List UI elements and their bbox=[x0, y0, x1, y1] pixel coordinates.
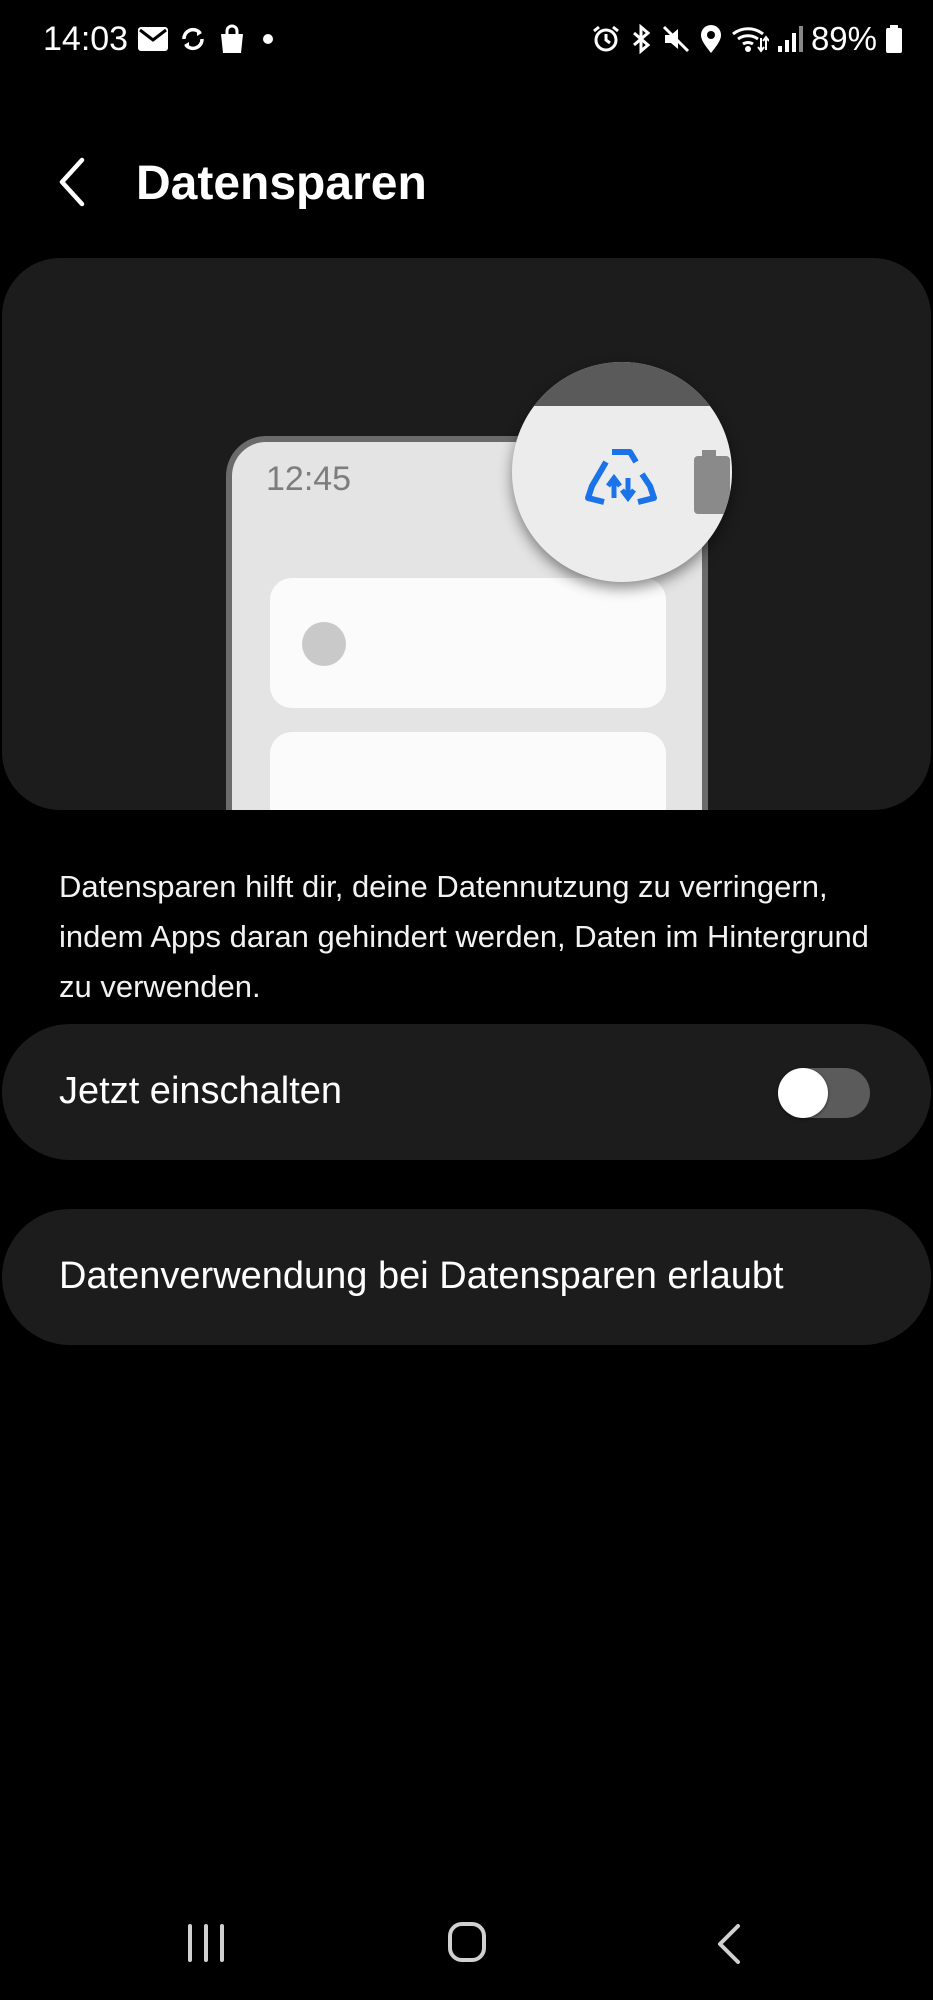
status-left-icons bbox=[138, 24, 280, 54]
mail-icon bbox=[138, 27, 168, 51]
notification-dot-icon bbox=[256, 27, 280, 51]
back-button[interactable] bbox=[52, 154, 102, 214]
magnifier-bubble bbox=[512, 362, 732, 582]
illustration-card: 12:45 bbox=[2, 258, 931, 810]
phone-avatar-dot bbox=[302, 622, 346, 666]
chevron-left-icon bbox=[52, 154, 102, 210]
home-icon[interactable] bbox=[446, 1920, 488, 1964]
bluetooth-icon bbox=[629, 24, 653, 54]
battery-percentage: 89% bbox=[810, 20, 877, 57]
data-saver-toggle[interactable] bbox=[778, 1068, 870, 1118]
wifi-icon bbox=[731, 24, 769, 54]
shopping-bag-icon bbox=[218, 24, 246, 54]
signal-icon bbox=[777, 24, 803, 54]
enable-now-row[interactable]: Jetzt einschalten bbox=[2, 1024, 931, 1160]
page-title: Datensparen bbox=[136, 157, 427, 210]
location-icon bbox=[699, 24, 723, 54]
description-text: Datensparen hilft dir, deine Datennutzun… bbox=[59, 869, 869, 1004]
recents-icon[interactable] bbox=[186, 1922, 226, 1964]
status-right-icons: 89% bbox=[591, 20, 903, 58]
alarm-icon bbox=[591, 24, 621, 54]
allowed-data-usage-label: Datenverwendung bei Datensparen erlaubt bbox=[59, 1255, 784, 1297]
status-time: 14:03 bbox=[43, 20, 129, 58]
navigation-bar bbox=[0, 1900, 933, 2000]
enable-now-label: Jetzt einschalten bbox=[59, 1070, 343, 1112]
battery-icon bbox=[885, 24, 903, 54]
battery-icon bbox=[692, 450, 732, 514]
phone-notification-card bbox=[270, 578, 666, 708]
sync-icon bbox=[178, 24, 208, 54]
toggle-knob bbox=[778, 1068, 828, 1118]
data-saver-icon bbox=[584, 446, 658, 512]
phone-notification-card bbox=[270, 732, 666, 810]
status-bar: 14:03 89% bbox=[0, 0, 933, 80]
header: Datensparen bbox=[0, 150, 933, 230]
phone-time: 12:45 bbox=[266, 460, 352, 498]
mute-icon bbox=[661, 24, 691, 54]
back-icon[interactable] bbox=[714, 1922, 744, 1966]
magnifier-status-bar bbox=[512, 362, 732, 406]
allowed-data-usage-item[interactable]: Datenverwendung bei Datensparen erlaubt bbox=[2, 1209, 931, 1345]
